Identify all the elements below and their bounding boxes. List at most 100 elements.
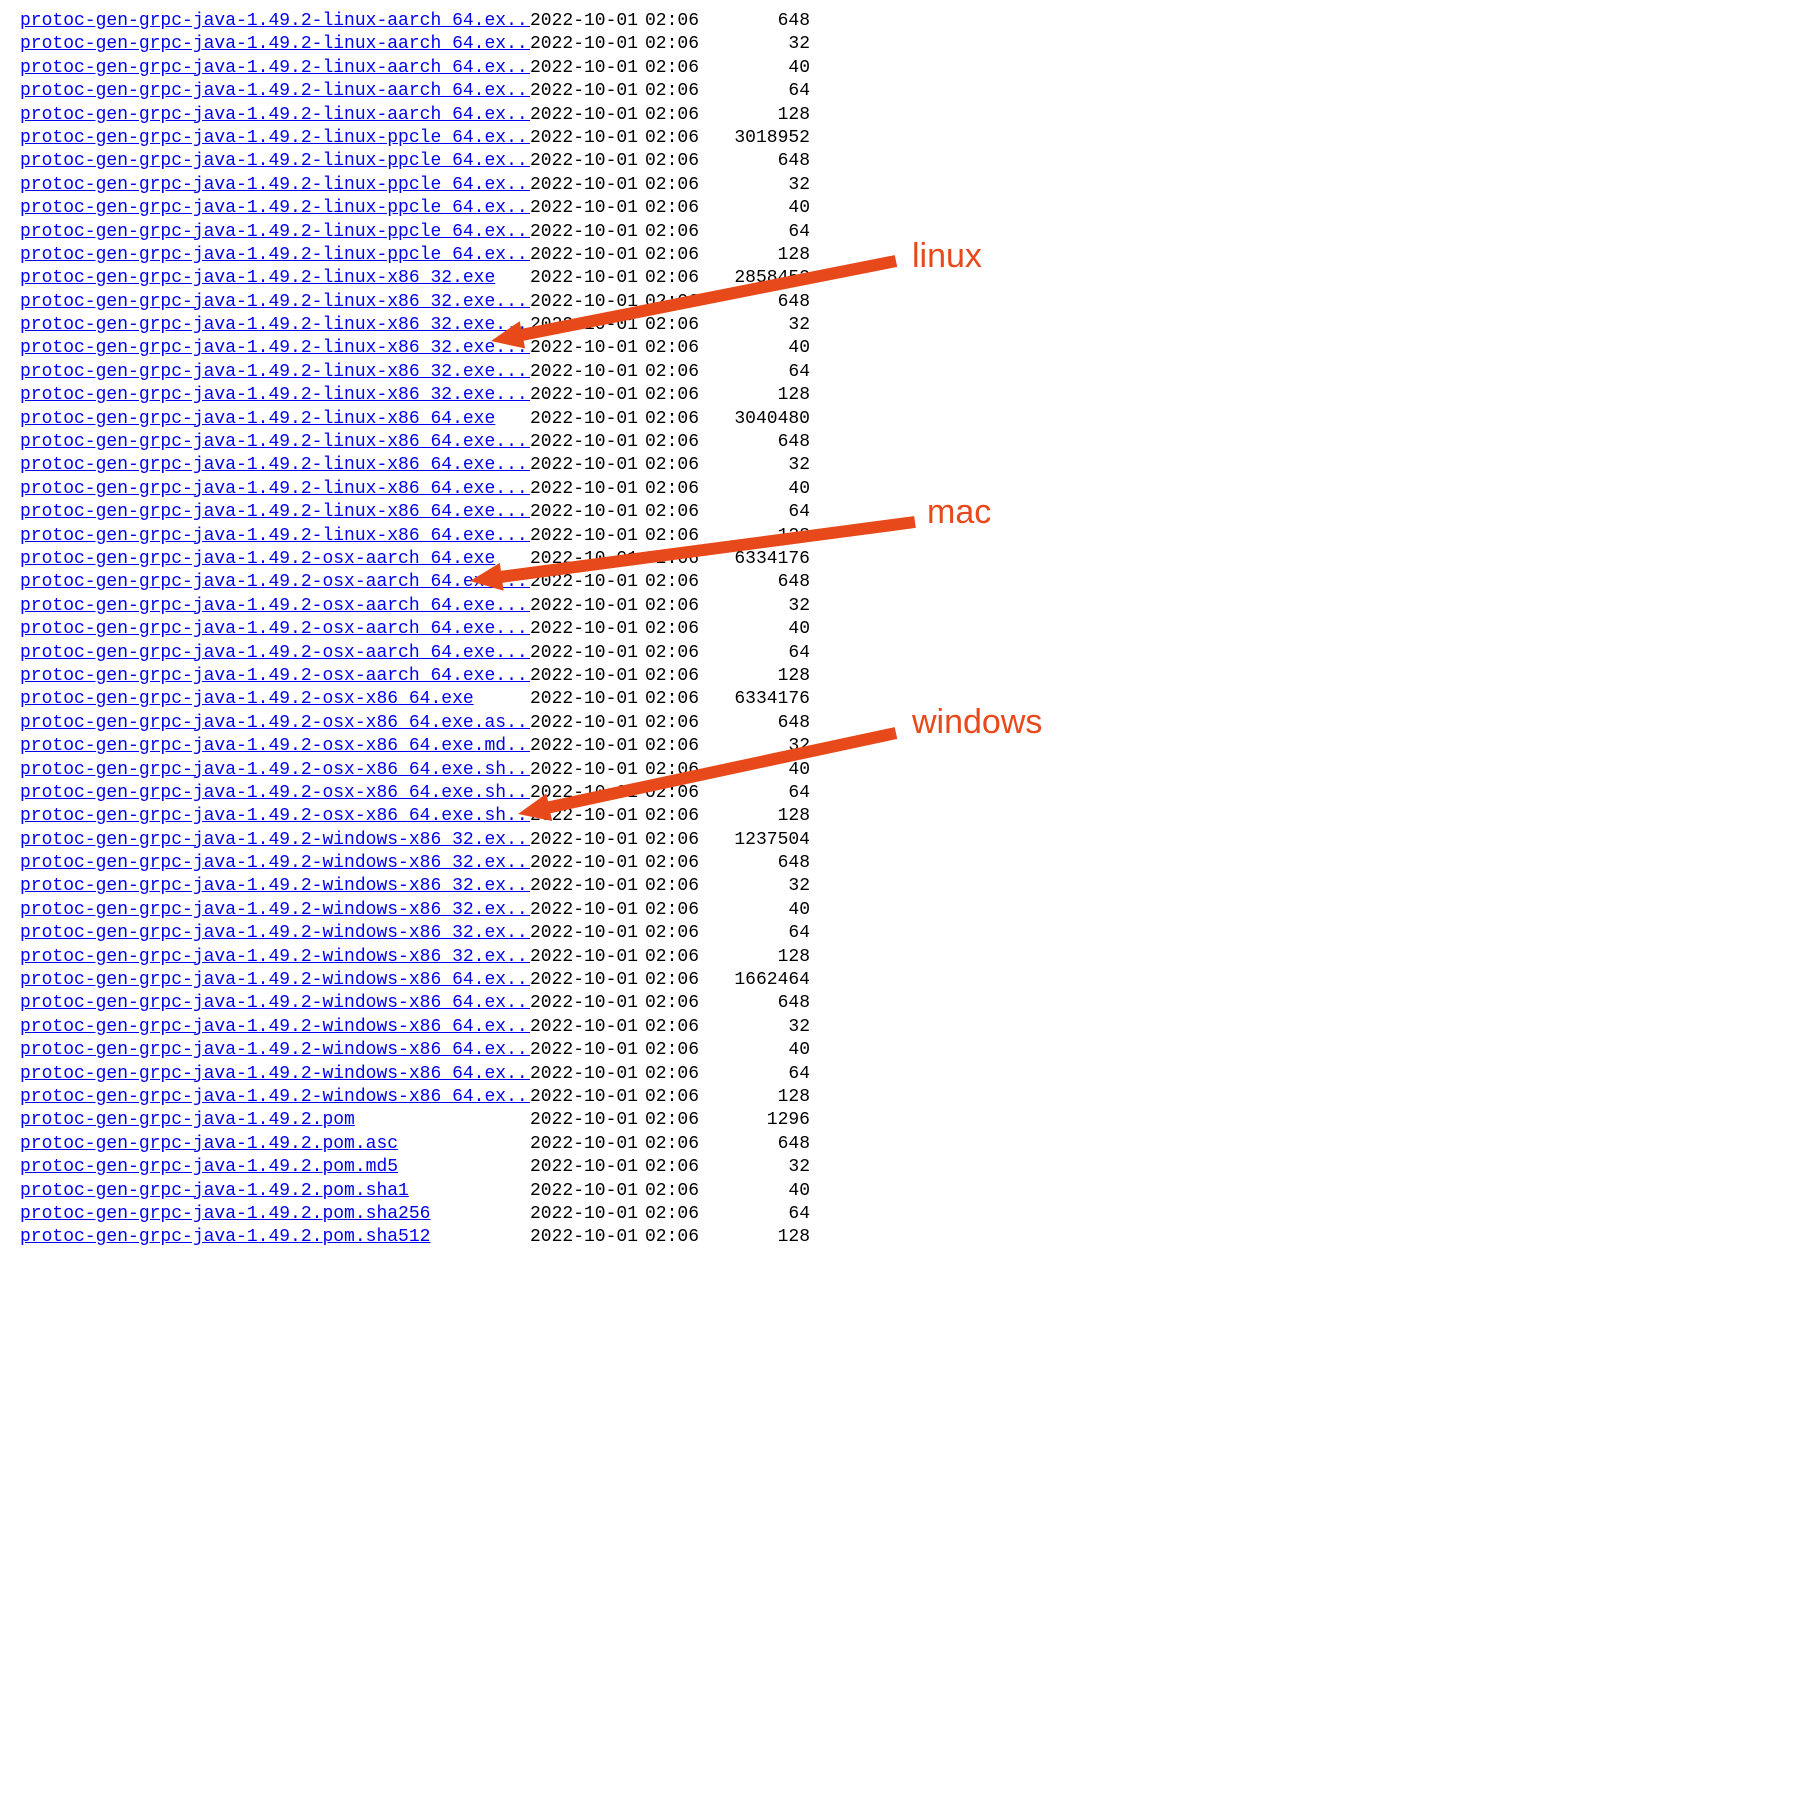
table-row: protoc-gen-grpc-java-1.49.2-linux-x86_64… xyxy=(20,408,1798,431)
file-link[interactable]: protoc-gen-grpc-java-1.49.2-windows-x86_… xyxy=(20,853,530,873)
file-date: 2022-10-01 xyxy=(530,337,645,360)
file-link[interactable]: protoc-gen-grpc-java-1.49.2-osx-x86_64.e… xyxy=(20,760,530,780)
file-link[interactable]: protoc-gen-grpc-java-1.49.2.pom.asc xyxy=(20,1134,398,1154)
file-size: 3018952 xyxy=(710,127,810,150)
file-time: 02:06 xyxy=(645,337,710,360)
file-link[interactable]: protoc-gen-grpc-java-1.49.2-linux-x86_32… xyxy=(20,268,495,288)
file-date: 2022-10-01 xyxy=(530,525,645,548)
file-link[interactable]: protoc-gen-grpc-java-1.49.2-linux-aarch_… xyxy=(20,81,530,101)
file-link[interactable]: protoc-gen-grpc-java-1.49.2-linux-x86_64… xyxy=(20,455,530,475)
file-date: 2022-10-01 xyxy=(530,1016,645,1039)
file-time: 02:06 xyxy=(645,408,710,431)
table-row: protoc-gen-grpc-java-1.49.2-linux-aarch_… xyxy=(20,57,1798,80)
file-link[interactable]: protoc-gen-grpc-java-1.49.2-windows-x86_… xyxy=(20,900,530,920)
table-row: protoc-gen-grpc-java-1.49.2-linux-x86_64… xyxy=(20,454,1798,477)
file-link[interactable]: protoc-gen-grpc-java-1.49.2-linux-ppcle_… xyxy=(20,175,530,195)
file-date: 2022-10-01 xyxy=(530,197,645,220)
file-link[interactable]: protoc-gen-grpc-java-1.49.2-linux-ppcle_… xyxy=(20,128,530,148)
file-date: 2022-10-01 xyxy=(530,408,645,431)
file-link[interactable]: protoc-gen-grpc-java-1.49.2-windows-x86_… xyxy=(20,993,530,1013)
file-link[interactable]: protoc-gen-grpc-java-1.49.2-windows-x86_… xyxy=(20,923,530,943)
file-link[interactable]: protoc-gen-grpc-java-1.49.2-linux-ppcle_… xyxy=(20,222,530,242)
file-link[interactable]: protoc-gen-grpc-java-1.49.2-linux-x86_32… xyxy=(20,315,530,335)
file-link[interactable]: protoc-gen-grpc-java-1.49.2-windows-x86_… xyxy=(20,947,530,967)
file-time: 02:06 xyxy=(645,618,710,641)
file-date: 2022-10-01 xyxy=(530,384,645,407)
file-size: 32 xyxy=(710,174,810,197)
table-row: protoc-gen-grpc-java-1.49.2-osx-x86_64.e… xyxy=(20,712,1798,735)
file-name-cell: protoc-gen-grpc-java-1.49.2-windows-x86_… xyxy=(20,992,530,1015)
file-name-cell: protoc-gen-grpc-java-1.49.2-linux-x86_64… xyxy=(20,478,530,501)
table-row: protoc-gen-grpc-java-1.49.2-osx-x86_64.e… xyxy=(20,782,1798,805)
file-name-cell: protoc-gen-grpc-java-1.49.2.pom.sha1 xyxy=(20,1180,530,1203)
file-link[interactable]: protoc-gen-grpc-java-1.49.2-windows-x86_… xyxy=(20,1040,530,1060)
file-link[interactable]: protoc-gen-grpc-java-1.49.2-osx-aarch_64… xyxy=(20,572,530,592)
file-link[interactable]: protoc-gen-grpc-java-1.49.2-linux-aarch_… xyxy=(20,11,530,31)
file-time: 02:06 xyxy=(645,1203,710,1226)
file-name-cell: protoc-gen-grpc-java-1.49.2-linux-ppcle_… xyxy=(20,221,530,244)
file-time: 02:06 xyxy=(645,735,710,758)
file-link[interactable]: protoc-gen-grpc-java-1.49.2-osx-x86_64.e… xyxy=(20,736,530,756)
file-name-cell: protoc-gen-grpc-java-1.49.2-osx-x86_64.e… xyxy=(20,759,530,782)
file-link[interactable]: protoc-gen-grpc-java-1.49.2-linux-x86_64… xyxy=(20,526,530,546)
file-time: 02:06 xyxy=(645,1016,710,1039)
file-time: 02:06 xyxy=(645,595,710,618)
file-link[interactable]: protoc-gen-grpc-java-1.49.2-osx-x86_64.e… xyxy=(20,689,474,709)
file-time: 02:06 xyxy=(645,478,710,501)
file-link[interactable]: protoc-gen-grpc-java-1.49.2-linux-x86_64… xyxy=(20,479,530,499)
table-row: protoc-gen-grpc-java-1.49.2.pom.asc2022-… xyxy=(20,1133,1798,1156)
file-name-cell: protoc-gen-grpc-java-1.49.2-linux-x86_64… xyxy=(20,501,530,524)
file-name-cell: protoc-gen-grpc-java-1.49.2.pom.asc xyxy=(20,1133,530,1156)
file-time: 02:06 xyxy=(645,501,710,524)
file-time: 02:06 xyxy=(645,174,710,197)
file-date: 2022-10-01 xyxy=(530,314,645,337)
file-link[interactable]: protoc-gen-grpc-java-1.49.2-linux-x86_32… xyxy=(20,362,530,382)
table-row: protoc-gen-grpc-java-1.49.2-linux-ppcle_… xyxy=(20,197,1798,220)
file-link[interactable]: protoc-gen-grpc-java-1.49.2-windows-x86_… xyxy=(20,1064,530,1084)
table-row: protoc-gen-grpc-java-1.49.2-linux-ppcle_… xyxy=(20,150,1798,173)
file-size: 32 xyxy=(710,1016,810,1039)
file-link[interactable]: protoc-gen-grpc-java-1.49.2-osx-aarch_64… xyxy=(20,643,530,663)
file-time: 02:06 xyxy=(645,759,710,782)
file-link[interactable]: protoc-gen-grpc-java-1.49.2-linux-x86_32… xyxy=(20,292,530,312)
file-link[interactable]: protoc-gen-grpc-java-1.49.2-linux-aarch_… xyxy=(20,105,530,125)
file-link[interactable]: protoc-gen-grpc-java-1.49.2-linux-x86_64… xyxy=(20,502,530,522)
file-link[interactable]: protoc-gen-grpc-java-1.49.2-osx-aarch_64… xyxy=(20,666,530,686)
file-link[interactable]: protoc-gen-grpc-java-1.49.2-windows-x86_… xyxy=(20,1087,530,1107)
file-link[interactable]: protoc-gen-grpc-java-1.49.2.pom xyxy=(20,1110,355,1130)
file-link[interactable]: protoc-gen-grpc-java-1.49.2-osx-x86_64.e… xyxy=(20,806,530,826)
table-row: protoc-gen-grpc-java-1.49.2-osx-x86_64.e… xyxy=(20,688,1798,711)
file-name-cell: protoc-gen-grpc-java-1.49.2-linux-x86_32… xyxy=(20,361,530,384)
file-link[interactable]: protoc-gen-grpc-java-1.49.2-windows-x86_… xyxy=(20,970,530,990)
file-time: 02:06 xyxy=(645,548,710,571)
file-link[interactable]: protoc-gen-grpc-java-1.49.2-osx-aarch_64… xyxy=(20,619,530,639)
file-link[interactable]: protoc-gen-grpc-java-1.49.2-linux-ppcle_… xyxy=(20,198,530,218)
file-link[interactable]: protoc-gen-grpc-java-1.49.2-linux-x86_64… xyxy=(20,409,495,429)
file-link[interactable]: protoc-gen-grpc-java-1.49.2-osx-x86_64.e… xyxy=(20,783,530,803)
file-link[interactable]: protoc-gen-grpc-java-1.49.2-linux-x86_32… xyxy=(20,385,530,405)
file-link[interactable]: protoc-gen-grpc-java-1.49.2.pom.sha1 xyxy=(20,1181,409,1201)
file-link[interactable]: protoc-gen-grpc-java-1.49.2-osx-aarch_64… xyxy=(20,549,495,569)
file-link[interactable]: protoc-gen-grpc-java-1.49.2-windows-x86_… xyxy=(20,876,530,896)
file-link[interactable]: protoc-gen-grpc-java-1.49.2-linux-ppcle_… xyxy=(20,151,530,171)
file-link[interactable]: protoc-gen-grpc-java-1.49.2.pom.sha512 xyxy=(20,1227,430,1247)
file-link[interactable]: protoc-gen-grpc-java-1.49.2-windows-x86_… xyxy=(20,830,530,850)
file-size: 1296 xyxy=(710,1109,810,1132)
table-row: protoc-gen-grpc-java-1.49.2-linux-aarch_… xyxy=(20,80,1798,103)
table-row: protoc-gen-grpc-java-1.49.2-osx-aarch_64… xyxy=(20,548,1798,571)
file-link[interactable]: protoc-gen-grpc-java-1.49.2.pom.md5 xyxy=(20,1157,398,1177)
file-link[interactable]: protoc-gen-grpc-java-1.49.2-linux-x86_64… xyxy=(20,432,530,452)
file-link[interactable]: protoc-gen-grpc-java-1.49.2-osx-aarch_64… xyxy=(20,596,530,616)
file-link[interactable]: protoc-gen-grpc-java-1.49.2-linux-ppcle_… xyxy=(20,245,530,265)
file-link[interactable]: protoc-gen-grpc-java-1.49.2-linux-aarch_… xyxy=(20,34,530,54)
file-name-cell: protoc-gen-grpc-java-1.49.2-linux-x86_32… xyxy=(20,291,530,314)
file-link[interactable]: protoc-gen-grpc-java-1.49.2-linux-aarch_… xyxy=(20,58,530,78)
file-link[interactable]: protoc-gen-grpc-java-1.49.2-windows-x86_… xyxy=(20,1017,530,1037)
file-name-cell: protoc-gen-grpc-java-1.49.2-linux-ppcle_… xyxy=(20,127,530,150)
file-size: 40 xyxy=(710,618,810,641)
file-date: 2022-10-01 xyxy=(530,595,645,618)
file-link[interactable]: protoc-gen-grpc-java-1.49.2.pom.sha256 xyxy=(20,1204,430,1224)
file-name-cell: protoc-gen-grpc-java-1.49.2-osx-x86_64.e… xyxy=(20,688,530,711)
file-link[interactable]: protoc-gen-grpc-java-1.49.2-osx-x86_64.e… xyxy=(20,713,530,733)
file-link[interactable]: protoc-gen-grpc-java-1.49.2-linux-x86_32… xyxy=(20,338,530,358)
